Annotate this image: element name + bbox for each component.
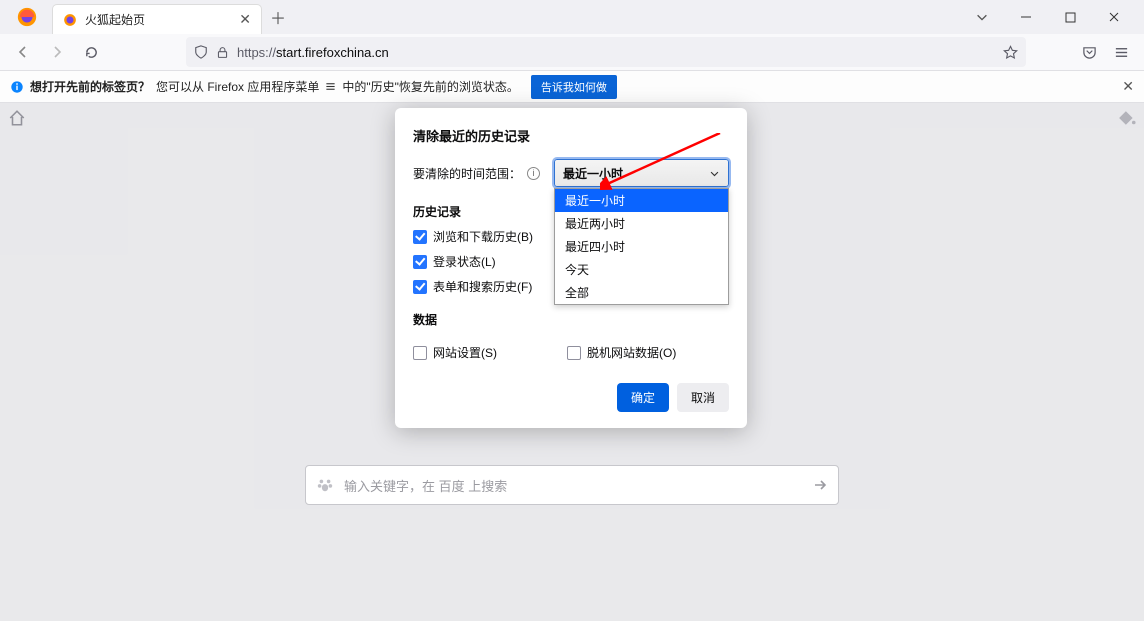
- window-controls: [960, 2, 1136, 32]
- url-text: https://start.firefoxchina.cn: [237, 45, 389, 60]
- toolbar: https://start.firefoxchina.cn: [0, 34, 1144, 71]
- data-section-header: 数据: [413, 311, 729, 328]
- window-close-button[interactable]: [1092, 2, 1136, 32]
- page-content: 输入关键字，在 百度 上搜索 清除最近的历史记录 要清除的时间范围： i 最近一…: [0, 103, 1144, 621]
- url-bar[interactable]: https://start.firefoxchina.cn: [186, 37, 1026, 67]
- forward-button[interactable]: [42, 37, 72, 67]
- shield-icon[interactable]: [194, 45, 208, 59]
- pocket-icon[interactable]: [1074, 37, 1104, 67]
- window-minimize-button[interactable]: [1004, 2, 1048, 32]
- menu-icon[interactable]: [1106, 37, 1136, 67]
- dropdown-option[interactable]: 今天: [555, 258, 728, 281]
- chevron-down-icon[interactable]: [960, 2, 1004, 32]
- dropdown-option[interactable]: 最近一小时: [555, 189, 728, 212]
- search-placeholder: 输入关键字，在 百度 上搜索: [344, 476, 802, 495]
- baidu-paw-icon: [316, 476, 334, 494]
- back-button[interactable]: [8, 37, 38, 67]
- checkbox-icon[interactable]: [413, 280, 427, 294]
- ok-button[interactable]: 确定: [617, 383, 669, 412]
- page-search-box[interactable]: 输入关键字，在 百度 上搜索: [305, 465, 839, 505]
- new-tab-button[interactable]: ＋: [264, 3, 292, 31]
- dropdown-option[interactable]: 最近四小时: [555, 235, 728, 258]
- checkbox-label: 网站设置(S): [433, 344, 497, 361]
- chevron-down-icon: [709, 168, 720, 179]
- checkbox-row-offline-data[interactable]: 脱机网站数据(O): [567, 344, 676, 361]
- hamburger-icon: [325, 81, 336, 92]
- dialog-title: 清除最近的历史记录: [413, 126, 729, 145]
- dialog-buttons: 确定 取消: [413, 383, 729, 412]
- time-range-row: 要清除的时间范围： i 最近一小时 最近一小时 最近两小时 最近四小时 今天 全…: [413, 159, 729, 187]
- checkbox-label: 脱机网站数据(O): [587, 344, 676, 361]
- tab-strip: 火狐起始页 ✕ ＋: [0, 0, 1144, 34]
- infobar-text-2: 中的"历史"恢复先前的浏览状态。: [342, 78, 519, 95]
- time-range-dropdown: 最近一小时 最近两小时 最近四小时 今天 全部: [554, 188, 729, 305]
- info-icon: [10, 80, 24, 94]
- infobar: 想打开先前的标签页？ 您可以从 Firefox 应用程序菜单 中的"历史"恢复先…: [0, 71, 1144, 103]
- checkbox-label: 登录状态(L): [433, 253, 496, 270]
- help-icon[interactable]: i: [527, 167, 540, 180]
- time-range-select[interactable]: 最近一小时: [554, 159, 729, 187]
- window-maximize-button[interactable]: [1048, 2, 1092, 32]
- checkbox-icon[interactable]: [413, 346, 427, 360]
- bookmark-star-icon[interactable]: [1003, 45, 1018, 60]
- checkbox-icon[interactable]: [413, 230, 427, 244]
- clear-history-dialog: 清除最近的历史记录 要清除的时间范围： i 最近一小时 最近一小时 最近两小时 …: [395, 108, 747, 428]
- time-range-label: 要清除的时间范围：: [413, 165, 521, 182]
- checkbox-label: 表单和搜索历史(F): [433, 278, 532, 295]
- infobar-text-1: 您可以从 Firefox 应用程序菜单: [156, 78, 319, 95]
- checkbox-row-site-settings[interactable]: 网站设置(S): [413, 344, 497, 361]
- infobar-close-icon[interactable]: ✕: [1122, 78, 1134, 95]
- lock-icon[interactable]: [216, 46, 229, 59]
- checkbox-icon[interactable]: [413, 255, 427, 269]
- infobar-strong-text: 想打开先前的标签页？: [30, 78, 150, 95]
- select-value: 最近一小时: [563, 165, 623, 182]
- reload-button[interactable]: [76, 37, 106, 67]
- browser-tab[interactable]: 火狐起始页 ✕: [52, 4, 262, 34]
- dropdown-option[interactable]: 全部: [555, 281, 728, 304]
- checkbox-label: 浏览和下载历史(B): [433, 228, 533, 245]
- cancel-button[interactable]: 取消: [677, 383, 729, 412]
- infobar-action-button[interactable]: 告诉我如何做: [531, 75, 617, 99]
- checkbox-icon[interactable]: [567, 346, 581, 360]
- tab-close-icon[interactable]: ✕: [239, 11, 251, 28]
- tab-title: 火狐起始页: [85, 11, 239, 28]
- tab-favicon-icon: [63, 13, 77, 27]
- firefox-logo-icon: [16, 6, 38, 28]
- dropdown-option[interactable]: 最近两小时: [555, 212, 728, 235]
- arrow-right-icon[interactable]: [812, 477, 828, 493]
